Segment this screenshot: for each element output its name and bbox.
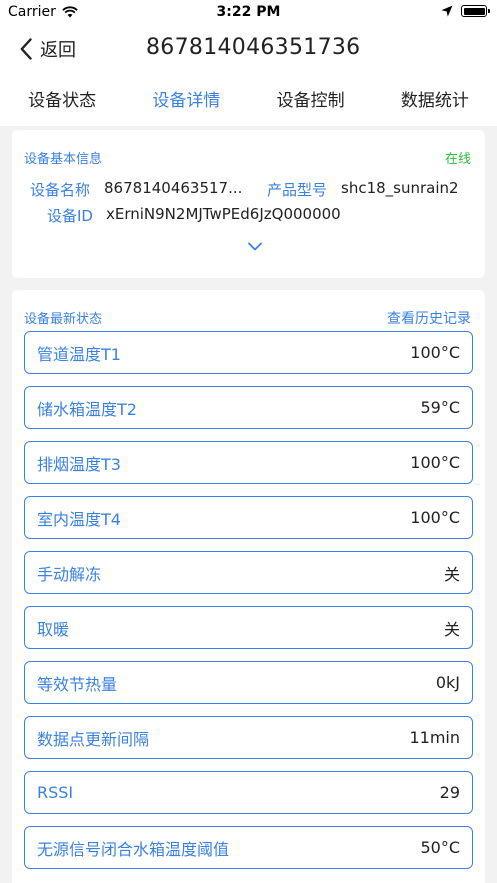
status-item-value: 11min [409, 728, 460, 747]
page-title: 867814046351736 [146, 35, 361, 60]
device-id-value: xErniN9N2MJTwPEd6JzQ000000 [105, 205, 341, 223]
device-info-card: 设备基本信息 在线 设备名称 8678140463517... 产品型号 shc… [12, 130, 485, 278]
status-item-manual-defrost[interactable]: 手动解冻 关 [24, 551, 473, 594]
status-item-value: 100°C [410, 453, 460, 472]
status-item-label: 手动解冻 [37, 564, 102, 584]
latest-status-title: 设备最新状态 [24, 312, 103, 327]
product-model-value: shc18_sunrain2 [341, 179, 459, 197]
status-item-label: 管道温度T1 [37, 344, 121, 364]
latest-status-card: 设备最新状态 查看历史记录 管道温度T1 100°C 储水箱温度T2 59°C … [12, 290, 485, 883]
tab-data-statistics[interactable]: 数据统计 [373, 76, 497, 126]
view-history-link[interactable]: 查看历史记录 [387, 308, 471, 328]
status-item-value: 59°C [420, 398, 460, 417]
status-item-value: 100°C [410, 508, 460, 527]
status-time: 3:22 PM [216, 4, 281, 20]
device-name-row: 设备名称 8678140463517... [30, 179, 242, 200]
expand-info-button[interactable] [248, 236, 262, 255]
navigation-bar: 返回 867814046351736 [0, 26, 497, 76]
status-item-label: 室内温度T4 [37, 509, 121, 529]
tab-device-details[interactable]: 设备详情 [124, 76, 248, 126]
location-arrow-icon [441, 5, 453, 17]
status-item-label: RSSI [37, 783, 74, 802]
status-item-value: 0kJ [435, 673, 460, 692]
device-info-title: 设备基本信息 [24, 152, 103, 167]
status-item-value: 100°C [410, 343, 460, 362]
product-model-label: 产品型号 [267, 181, 328, 199]
chevron-left-icon [20, 38, 32, 60]
status-item-label: 取暖 [37, 619, 70, 639]
product-model-row: 产品型号 shc18_sunrain2 [267, 179, 459, 200]
status-item-update-interval[interactable]: 数据点更新间隔 11min [24, 716, 473, 759]
status-item-value: 50°C [420, 838, 460, 857]
status-item-label: 无源信号闭合水箱温度阈值 [37, 839, 230, 859]
device-id-label: 设备ID [47, 207, 93, 225]
chevron-down-icon [248, 242, 262, 251]
status-item-label: 排烟温度T3 [37, 454, 121, 474]
tab-device-control[interactable]: 设备控制 [249, 76, 373, 126]
status-item-value: 29 [439, 783, 460, 802]
status-item-exhaust-temp-t3[interactable]: 排烟温度T3 100°C [24, 441, 473, 484]
status-item-passive-signal-threshold[interactable]: 无源信号闭合水箱温度阈值 50°C [24, 826, 473, 869]
status-bar: Carrier 3:22 PM [0, 0, 497, 26]
back-label: 返回 [40, 40, 76, 61]
status-item-indoor-temp-t4[interactable]: 室内温度T4 100°C [24, 496, 473, 539]
battery-icon [461, 5, 490, 17]
status-item-heating[interactable]: 取暖 关 [24, 606, 473, 649]
device-name-label: 设备名称 [30, 181, 91, 199]
tab-device-status[interactable]: 设备状态 [0, 76, 124, 126]
back-button[interactable]: 返回 [20, 36, 76, 62]
status-right [441, 5, 490, 17]
status-item-rssi[interactable]: RSSI 29 [24, 771, 473, 814]
device-id-row: 设备ID xErniN9N2MJTwPEd6JzQ000000 [47, 205, 341, 226]
status-item-label: 储水箱温度T2 [37, 399, 137, 419]
status-item-label: 数据点更新间隔 [37, 729, 150, 749]
online-status-badge: 在线 [444, 152, 471, 167]
status-item-equivalent-heat-saving[interactable]: 等效节热量 0kJ [24, 661, 473, 704]
status-item-label: 等效节热量 [37, 674, 118, 694]
tab-bar: 设备状态 设备详情 设备控制 数据统计 [0, 76, 497, 126]
status-item-tank-temp-t2[interactable]: 储水箱温度T2 59°C [24, 386, 473, 429]
status-item-value: 关 [443, 619, 460, 639]
status-item-pipe-temp-t1[interactable]: 管道温度T1 100°C [24, 331, 473, 374]
status-item-value: 关 [443, 564, 460, 584]
device-name-value: 8678140463517... [104, 179, 243, 197]
